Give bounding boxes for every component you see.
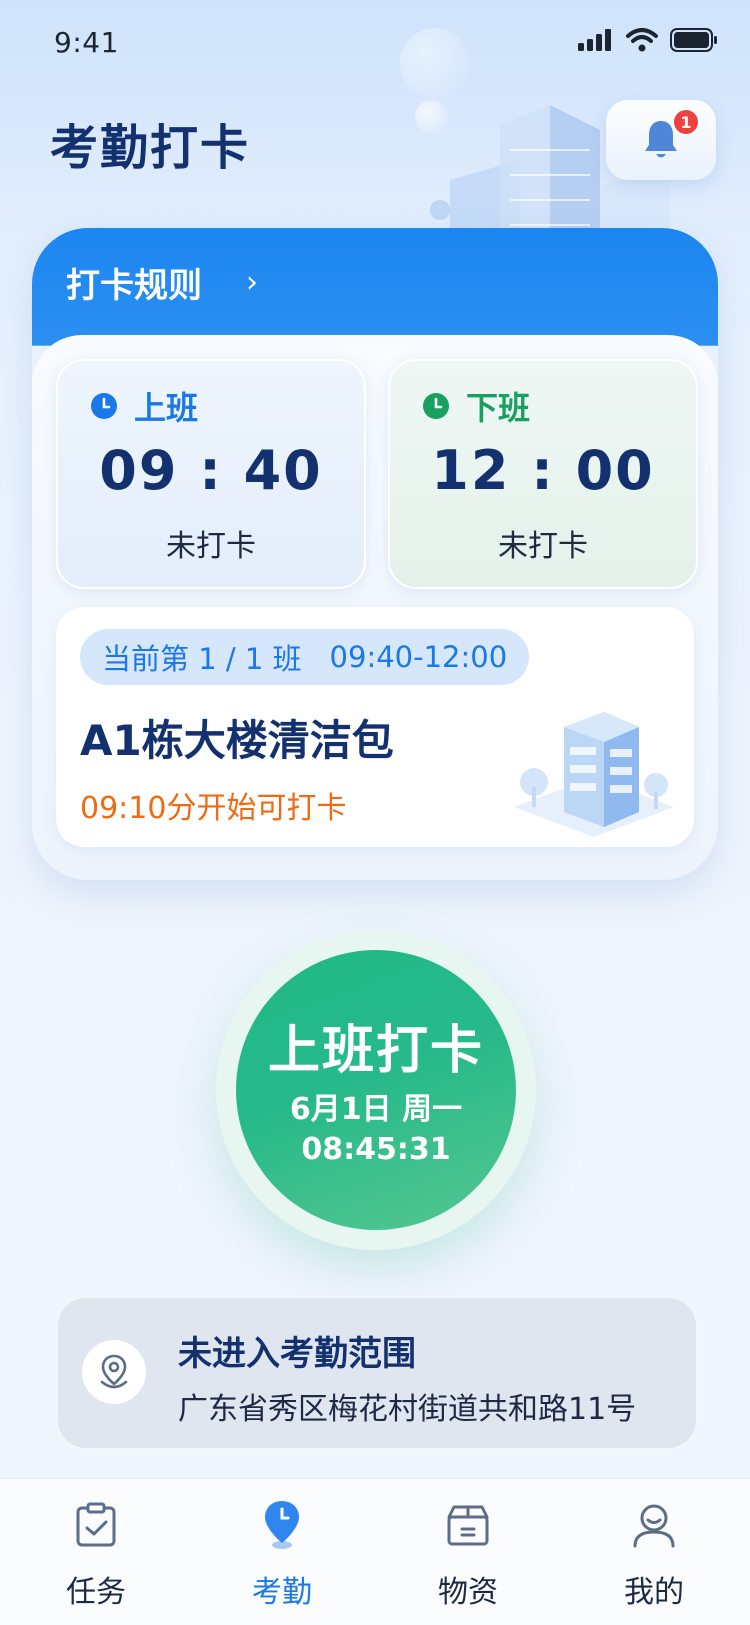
tab-label: 考勤	[252, 1575, 312, 1610]
tab-label: 我的	[624, 1575, 684, 1610]
clock-in-button[interactable]: 上班打卡 6月1日 周一 08:45:31	[236, 950, 516, 1230]
shift-status: 未打卡	[166, 529, 256, 564]
wifi-icon	[626, 28, 658, 52]
box-icon	[408, 1497, 528, 1553]
shift-time-range: 09:40-12:00	[329, 640, 508, 674]
page-title: 考勤打卡	[50, 120, 251, 176]
location-pin-icon	[82, 1340, 146, 1404]
current-shift-card[interactable]: 当前第 1 / 1 班 09:40-12:00 A1栋大楼清洁包 09:10分开…	[56, 607, 694, 847]
shift-label: 下班	[466, 389, 531, 427]
rules-link[interactable]: 打卡规则 ›	[66, 258, 258, 307]
shift-time: 09 : 40	[99, 439, 323, 502]
shift-index: 当前第 1 / 1 班	[102, 642, 302, 676]
tab-tasks[interactable]: 任务	[36, 1497, 156, 1611]
tab-profile[interactable]: 我的	[594, 1497, 714, 1611]
shift-time: 12 : 00	[431, 439, 655, 502]
tab-label: 任务	[66, 1575, 126, 1610]
task-start-note: 09:10分开始可打卡	[80, 791, 347, 826]
attendance-card: 打卡规则 › 上班 09 : 40 未打卡 下班 12 : 00 未打卡 当前第…	[32, 228, 718, 880]
notification-badge: 1	[672, 108, 700, 136]
signal-icon	[578, 29, 611, 51]
tab-materials[interactable]: 物资	[408, 1497, 528, 1611]
current-shift-pill: 当前第 1 / 1 班 09:40-12:00	[80, 629, 530, 685]
rules-link-label: 打卡规则	[66, 266, 202, 306]
task-name: A1栋大楼清洁包	[80, 716, 394, 765]
user-icon	[594, 1497, 714, 1553]
clock-icon	[423, 393, 449, 419]
shift-head: 上班	[90, 383, 198, 429]
location-clock-icon	[222, 1497, 342, 1553]
tab-label: 物资	[438, 1575, 498, 1610]
location-title: 未进入考勤范围	[178, 1334, 416, 1374]
location-address: 广东省秀区梅花村街道共和路11号	[178, 1392, 637, 1427]
location-card[interactable]: 未进入考勤范围 广东省秀区梅花村街道共和路11号	[56, 1296, 698, 1450]
punch-clock: 08:45:31	[301, 1132, 451, 1167]
shift-head: 下班	[422, 383, 530, 429]
punch-label: 上班打卡	[267, 1021, 484, 1081]
status-time: 9:41	[54, 26, 119, 59]
status-icons	[578, 28, 718, 52]
punch-date: 6月1日 周一	[289, 1092, 463, 1127]
shift-clock-out: 下班 12 : 00 未打卡	[388, 359, 698, 589]
bottom-tab-bar: 任务 考勤 物资 我的	[0, 1478, 750, 1625]
clock-icon	[91, 393, 117, 419]
shift-clock-in: 上班 09 : 40 未打卡	[56, 359, 366, 589]
shift-label: 上班	[134, 389, 199, 427]
chevron-right-icon: ›	[246, 265, 258, 300]
clipboard-check-icon	[36, 1497, 156, 1553]
tab-attendance[interactable]: 考勤	[222, 1497, 342, 1611]
status-bar: 9:41	[0, 0, 750, 86]
battery-icon	[670, 28, 717, 52]
notification-button[interactable]: 1	[606, 100, 716, 180]
shift-status: 未打卡	[498, 529, 588, 564]
attendance-card-body: 上班 09 : 40 未打卡 下班 12 : 00 未打卡 当前第 1 / 1 …	[32, 335, 718, 880]
building-illustration	[514, 712, 674, 837]
